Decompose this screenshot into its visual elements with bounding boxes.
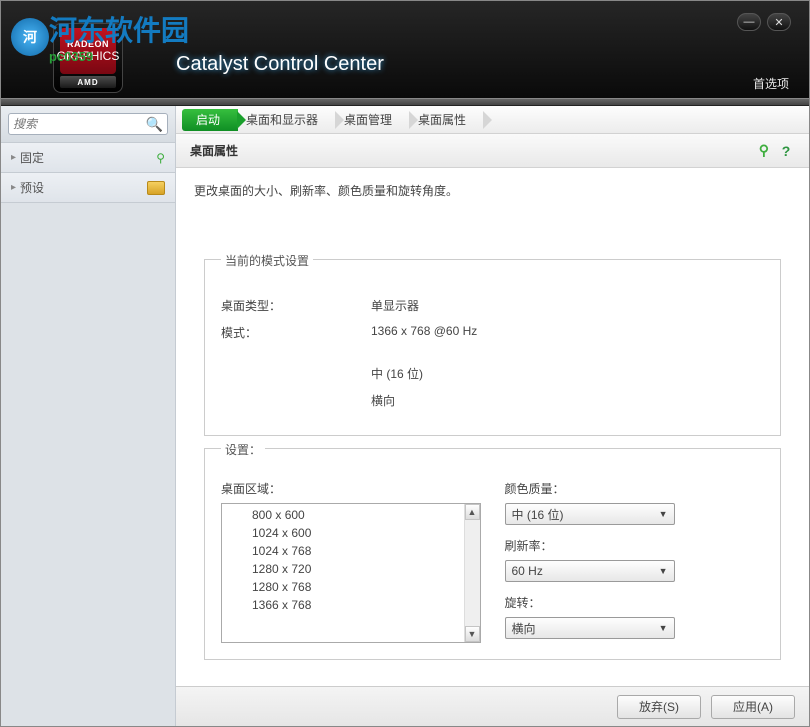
resolution-option[interactable]: 1366 x 768 [222, 596, 480, 614]
main-area: 启动 桌面和显示器 桌面管理 桌面属性 桌面属性 ⚲ ? 更改桌面的大小、刷新率… [176, 106, 809, 726]
preferences-link[interactable]: 首选项 [753, 75, 789, 92]
settings-heading: 设置： [221, 441, 265, 458]
help-icon[interactable]: ? [777, 142, 795, 160]
desktop-type-label: 桌面类型： [221, 297, 371, 314]
orientation-value: 横向 [371, 392, 764, 409]
apply-button[interactable]: 应用(A) [711, 695, 795, 719]
watermark-logo-icon: 河 [11, 18, 49, 56]
desktop-area-label: 桌面区域： [221, 480, 481, 497]
search-input[interactable] [13, 117, 146, 131]
desktop-type-value: 单显示器 [371, 297, 764, 314]
resolution-option[interactable]: 1024 x 768 [222, 542, 480, 560]
rotation-combo[interactable]: 横向 ▼ [505, 617, 675, 639]
sidebar: 🔍 ▸ 固定 ⚲ ▸ 预设 [1, 106, 176, 726]
breadcrumb-desktop-manage[interactable]: 桌面管理 [330, 109, 410, 131]
watermark-sub: pc0359 [49, 49, 189, 64]
page-header: 桌面属性 ⚲ ? [176, 134, 809, 168]
breadcrumb-startup[interactable]: 启动 [182, 109, 238, 131]
watermark: 河 河东软件园 pc0359 [11, 9, 189, 64]
breadcrumb: 启动 桌面和显示器 桌面管理 桌面属性 [176, 106, 809, 134]
breadcrumb-desktop-display[interactable]: 桌面和显示器 [232, 109, 336, 131]
app-title: Catalyst Control Center [176, 53, 384, 76]
chevron-down-icon: ▼ [659, 566, 668, 576]
settings-panel: 设置： 桌面区域： 800 x 600 1024 x 600 1024 x 76… [204, 448, 781, 660]
content: 更改桌面的大小、刷新率、颜色质量和旋转角度。 当前的模式设置 桌面类型： 单显示… [176, 168, 809, 686]
resolution-option[interactable]: 1280 x 768 [222, 578, 480, 596]
current-mode-heading: 当前的模式设置 [221, 252, 313, 269]
scrollbar[interactable]: ▲ ▼ [464, 504, 480, 642]
refresh-rate-value: 60 Hz [512, 564, 659, 578]
color-quality-value: 中 (16 位) [512, 506, 659, 523]
resolution-option[interactable]: 1024 x 600 [222, 524, 480, 542]
discard-button[interactable]: 放弃(S) [617, 695, 701, 719]
sidebar-item-label: 固定 [20, 149, 156, 166]
mode-value: 1366 x 768 @60 Hz [371, 324, 764, 341]
amd-bar: AMD [60, 76, 116, 88]
refresh-rate-label: 刷新率： [505, 537, 765, 554]
search-wrap: 🔍 [1, 106, 175, 143]
pin-page-icon[interactable]: ⚲ [759, 142, 769, 159]
sidebar-item-preset[interactable]: ▸ 预设 [1, 173, 175, 203]
scroll-up-icon[interactable]: ▲ [465, 504, 480, 520]
mode-label: 模式： [221, 324, 371, 341]
search-box[interactable]: 🔍 [8, 113, 168, 135]
resolution-option[interactable]: 1280 x 720 [222, 560, 480, 578]
rotation-value: 横向 [512, 620, 659, 637]
color-depth-value: 中 (16 位) [371, 365, 764, 382]
color-quality-combo[interactable]: 中 (16 位) ▼ [505, 503, 675, 525]
chevron-down-icon: ▼ [659, 623, 668, 633]
sidebar-item-pinned[interactable]: ▸ 固定 ⚲ [1, 143, 175, 173]
scroll-down-icon[interactable]: ▼ [465, 626, 480, 642]
chevron-right-icon: ▸ [11, 182, 16, 193]
header-stripe [1, 98, 809, 106]
footer: 放弃(S) 应用(A) [176, 686, 809, 726]
current-mode-panel: 当前的模式设置 桌面类型： 单显示器 模式： 1366 x 768 @60 Hz… [204, 259, 781, 436]
preset-icon [147, 181, 165, 195]
page-title: 桌面属性 [190, 142, 238, 159]
sidebar-item-label: 预设 [20, 179, 147, 196]
minimize-button[interactable]: — [737, 13, 761, 31]
title-bar: 河 河东软件园 pc0359 RADEON GRAPHICS AMD Catal… [1, 1, 809, 98]
color-quality-label: 颜色质量： [505, 480, 765, 497]
search-icon[interactable]: 🔍 [146, 116, 163, 133]
window-controls: — ✕ [737, 13, 791, 31]
chevron-right-icon: ▸ [11, 152, 16, 163]
page-description: 更改桌面的大小、刷新率、颜色质量和旋转角度。 [194, 182, 791, 199]
resolution-listbox[interactable]: 800 x 600 1024 x 600 1024 x 768 1280 x 7… [221, 503, 481, 643]
close-button[interactable]: ✕ [767, 13, 791, 31]
watermark-brand: 河东软件园 [49, 9, 189, 49]
pin-icon: ⚲ [156, 151, 165, 165]
breadcrumb-desktop-props[interactable]: 桌面属性 [404, 109, 484, 131]
refresh-rate-combo[interactable]: 60 Hz ▼ [505, 560, 675, 582]
resolution-option[interactable]: 800 x 600 [222, 506, 480, 524]
chevron-down-icon: ▼ [659, 509, 668, 519]
rotation-label: 旋转： [505, 594, 765, 611]
